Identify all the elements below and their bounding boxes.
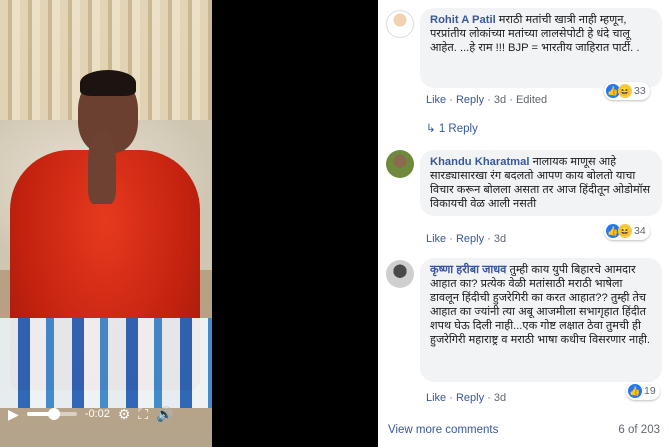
comments-panel: Rohit A Patil मराठी मतांची खात्री नाही म…: [378, 0, 670, 447]
comment-time[interactable]: 3d: [494, 233, 506, 245]
person-hair: [80, 70, 136, 96]
separator: ·: [487, 233, 491, 245]
haha-reaction-icon: 😆: [618, 84, 632, 98]
separator: ·: [509, 94, 513, 106]
reaction-count: 19: [644, 385, 656, 397]
comment-actions: Like · Reply · 3d: [426, 233, 506, 245]
comment-time[interactable]: 3d: [494, 94, 506, 106]
play-icon[interactable]: ▶: [8, 407, 19, 421]
like-link[interactable]: Like: [426, 94, 446, 106]
seek-handle[interactable]: [48, 408, 61, 420]
comment-bubble: Rohit A Patil मराठी मतांची खात्री नाही म…: [420, 8, 662, 88]
like-link[interactable]: Like: [426, 392, 446, 404]
reply-link[interactable]: Reply: [456, 233, 484, 245]
volume-icon[interactable]: 🔊: [156, 407, 173, 421]
comment-author[interactable]: कृष्णा हरीबा जाधव: [430, 264, 506, 276]
separator: ·: [449, 233, 453, 245]
view-replies-label[interactable]: 1 Reply: [439, 123, 478, 135]
time-remaining: -0:02: [84, 408, 110, 420]
avatar[interactable]: [386, 260, 414, 288]
comment-bubble: Khandu Kharatmal नालायक माणूस आहे सारड्य…: [420, 150, 662, 216]
video-player[interactable]: ▶ -0:02 ⚙ ⛶ 🔊: [0, 0, 212, 447]
gear-icon[interactable]: ⚙: [118, 407, 131, 421]
product-boxes: [0, 318, 212, 408]
comments-footer: View more comments 6 of 203: [388, 424, 660, 436]
comment-bubble: कृष्णा हरीबा जाधव तुम्ही काय युपी बिहारच…: [420, 258, 662, 382]
reaction-summary[interactable]: 👍 😆 34: [604, 222, 650, 240]
separator: ·: [487, 392, 491, 404]
video-controls: ▶ -0:02 ⚙ ⛶ 🔊: [0, 398, 212, 430]
comment-author[interactable]: Rohit A Patil: [430, 14, 496, 26]
avatar[interactable]: [386, 150, 414, 178]
separator: ·: [487, 94, 491, 106]
separator: ·: [449, 392, 453, 404]
view-replies[interactable]: ↳ 1 Reply: [426, 121, 478, 135]
reply-link[interactable]: Reply: [456, 392, 484, 404]
reply-arrow-icon: ↳: [426, 123, 436, 135]
comment-time[interactable]: 3d: [494, 392, 506, 404]
view-more-comments-link[interactable]: View more comments: [388, 424, 498, 436]
reaction-summary[interactable]: 👍 19: [626, 382, 660, 400]
avatar[interactable]: [386, 10, 414, 38]
comment-actions: Like · Reply · 3d: [426, 392, 506, 404]
comment-author[interactable]: Khandu Kharatmal: [430, 156, 529, 168]
folded-hands: [88, 132, 116, 204]
comment-text: तुम्ही काय युपी बिहारचे आमदार आहात का? प…: [430, 264, 651, 346]
comment-count: 6 of 203: [618, 424, 660, 436]
comment-actions: Like · Reply · 3d · Edited: [426, 94, 547, 106]
separator: ·: [449, 94, 453, 106]
fullscreen-icon[interactable]: ⛶: [138, 407, 148, 421]
haha-reaction-icon: 😆: [618, 224, 632, 238]
reply-link[interactable]: Reply: [456, 94, 484, 106]
edited-label[interactable]: Edited: [516, 94, 547, 106]
seek-bar[interactable]: [26, 408, 77, 420]
reaction-summary[interactable]: 👍 😆 33: [604, 82, 650, 100]
like-reaction-icon: 👍: [628, 384, 642, 398]
like-link[interactable]: Like: [426, 233, 446, 245]
reaction-count: 33: [634, 85, 646, 97]
reaction-count: 34: [634, 225, 646, 237]
